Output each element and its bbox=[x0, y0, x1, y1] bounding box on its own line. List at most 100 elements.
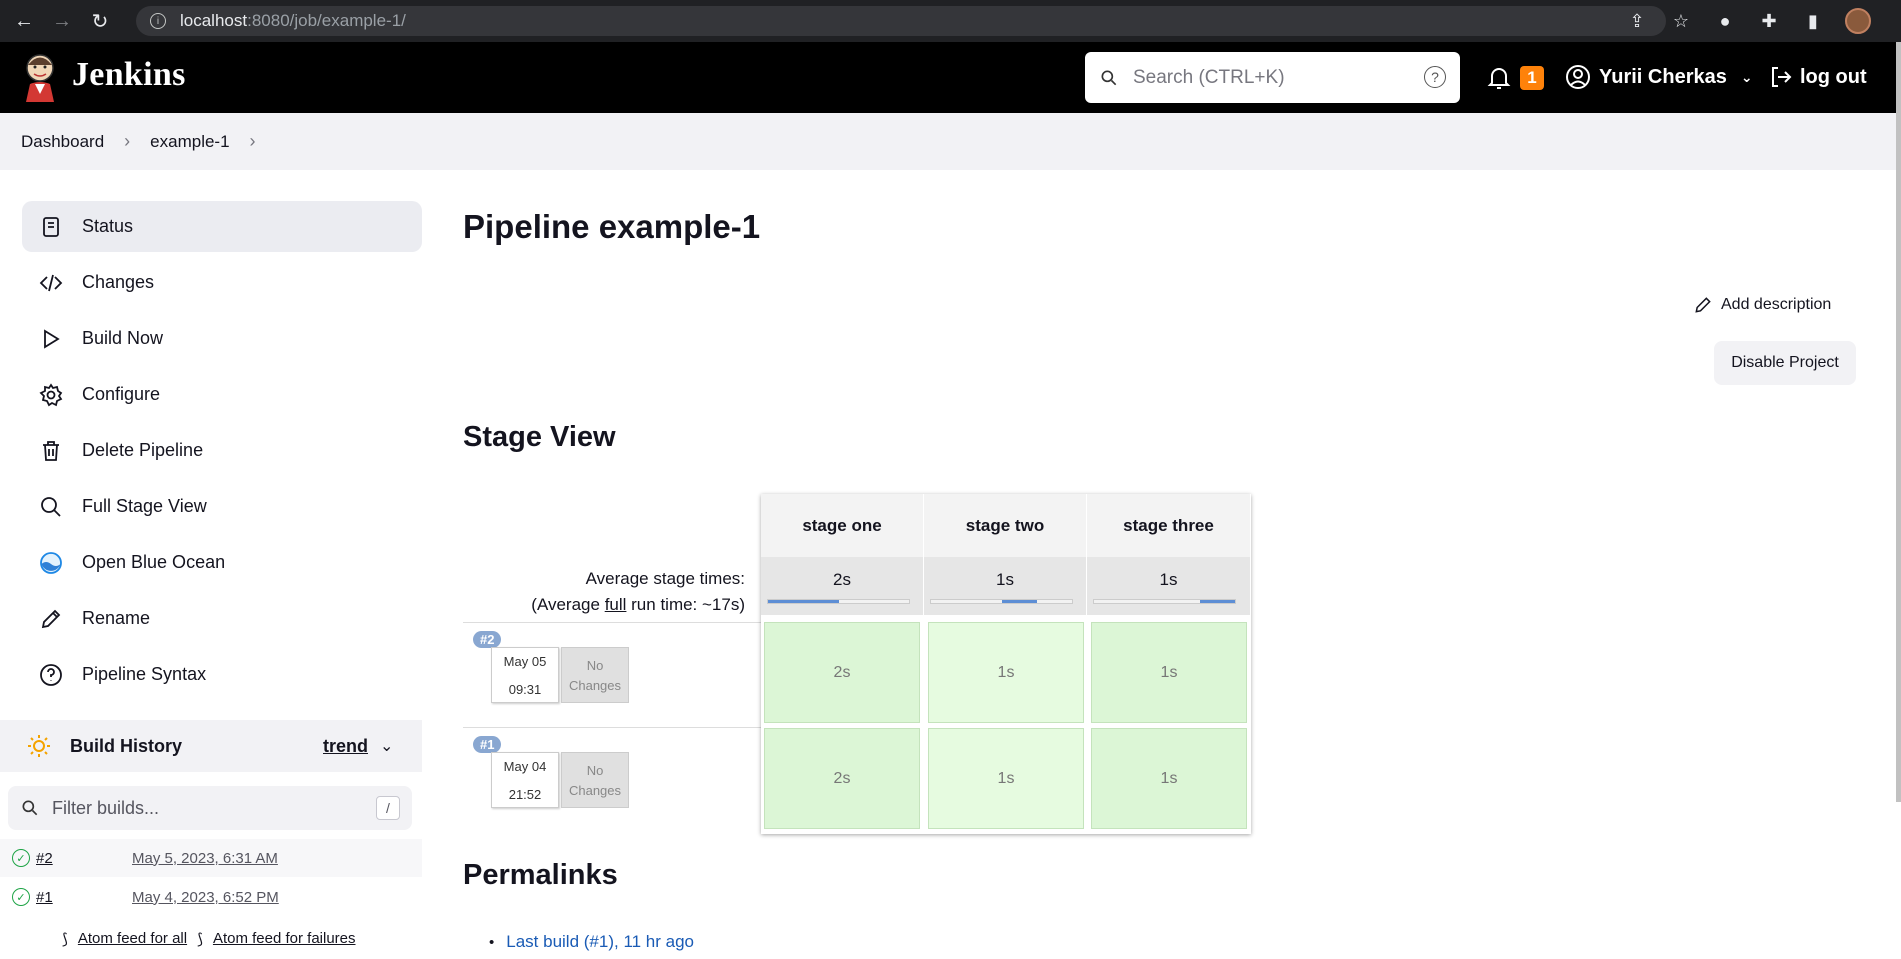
sidebar-item-build-now[interactable]: Build Now bbox=[22, 313, 422, 364]
page-scrollbar[interactable] bbox=[1896, 42, 1901, 959]
trend-link[interactable]: trend bbox=[323, 736, 368, 757]
url-path: :8080/job/example-1/ bbox=[247, 11, 406, 30]
document-icon bbox=[38, 214, 64, 240]
no-changes-box: No Changes bbox=[561, 752, 629, 808]
search-help-icon[interactable]: ? bbox=[1424, 66, 1446, 88]
atom-feed-all-link[interactable]: Atom feed for all bbox=[78, 930, 187, 948]
run-date: May 04 bbox=[503, 759, 547, 774]
share-icon[interactable]: ⇪ bbox=[1625, 9, 1649, 33]
sidebar-item-label: Build Now bbox=[82, 328, 164, 348]
run-badge[interactable]: #1 bbox=[473, 736, 502, 753]
puzzle-icon[interactable]: ✚ bbox=[1757, 9, 1781, 33]
sidebar-item-label: Full Stage View bbox=[82, 496, 207, 516]
rss-icon: ⟆ bbox=[197, 931, 203, 948]
permalink-last-build[interactable]: Last build (#1), 11 hr ago bbox=[493, 932, 694, 952]
search-input[interactable] bbox=[1133, 66, 1403, 89]
sidebar: Status Changes Build Now Configure Delet… bbox=[22, 201, 422, 705]
filter-shortcut-hint: / bbox=[376, 796, 400, 820]
sidebar-item-configure[interactable]: Configure bbox=[22, 369, 422, 420]
sidebar-item-rename[interactable]: Rename bbox=[22, 593, 422, 644]
avg-label-suffix: run time: ~17s) bbox=[626, 595, 745, 614]
build-row[interactable]: ✓ #1 May 4, 2023, 6:52 PM bbox=[0, 878, 422, 916]
url-host: localhost bbox=[180, 11, 248, 30]
stage-cell[interactable]: 1s bbox=[928, 622, 1084, 723]
success-check-icon: ✓ bbox=[12, 888, 30, 906]
app-title[interactable]: Jenkins bbox=[72, 56, 186, 94]
logout-button[interactable]: log out bbox=[1768, 64, 1867, 90]
no-changes-box: No Changes bbox=[561, 647, 629, 703]
rss-icon: ⟆ bbox=[62, 931, 68, 948]
sidebar-item-label: Delete Pipeline bbox=[82, 440, 204, 460]
run-row[interactable]: #1 May 04 21:52 No Changes bbox=[463, 727, 761, 832]
stage-cell[interactable]: 1s bbox=[1091, 622, 1247, 723]
sidebar-item-label: Configure bbox=[82, 384, 161, 404]
avg-label-prefix: (Average bbox=[531, 595, 605, 614]
run-row[interactable]: #2 May 05 09:31 No Changes bbox=[463, 622, 761, 727]
stage-average-fill bbox=[768, 600, 839, 603]
average-stage-times-label: Average stage times: (Average full run t… bbox=[531, 566, 745, 618]
sidebar-item-full-stage-view[interactable]: Full Stage View bbox=[22, 481, 422, 532]
search-box[interactable]: ? bbox=[1085, 52, 1460, 103]
run-time: 09:31 bbox=[508, 682, 542, 697]
stage-cell[interactable]: 1s bbox=[1091, 728, 1247, 829]
trash-icon bbox=[38, 438, 64, 464]
forward-icon[interactable]: → bbox=[48, 7, 76, 35]
filter-builds-input[interactable] bbox=[52, 797, 372, 819]
build-number-link[interactable]: #1 bbox=[36, 889, 53, 906]
sidebar-item-pipeline-syntax[interactable]: Pipeline Syntax bbox=[22, 649, 422, 700]
bookmark-star-icon[interactable]: ☆ bbox=[1669, 9, 1693, 33]
build-history-header: Build History trend ⌄ bbox=[0, 720, 422, 772]
atom-feed-failures-link[interactable]: Atom feed for failures bbox=[213, 930, 356, 948]
jenkins-logo-icon[interactable] bbox=[20, 52, 60, 102]
chevron-down-icon[interactable]: ⌄ bbox=[380, 736, 393, 756]
stage-average-time: 1s bbox=[996, 570, 1014, 589]
build-date-link[interactable]: May 4, 2023, 6:52 PM bbox=[132, 889, 279, 906]
add-description-button[interactable]: Add description bbox=[1693, 295, 1831, 315]
extension-badge-icon[interactable]: ● bbox=[1713, 9, 1737, 33]
run-badge[interactable]: #2 bbox=[473, 631, 502, 648]
jenkins-header: Jenkins ? 1 Yurii Cherkas ⌄ log out bbox=[0, 42, 1896, 113]
stage-table: stage one stage two stage three 2s 1s 1s… bbox=[761, 494, 1251, 834]
stage-average: 1s bbox=[1087, 557, 1251, 615]
avg-label-line1: Average stage times: bbox=[585, 569, 745, 588]
build-date-link[interactable]: May 5, 2023, 6:31 AM bbox=[132, 850, 278, 867]
disable-project-button[interactable]: Disable Project bbox=[1714, 341, 1856, 385]
scrollbar-thumb[interactable] bbox=[1896, 42, 1901, 802]
pencil-icon bbox=[1695, 297, 1711, 313]
sidepanel-icon[interactable]: ▮ bbox=[1801, 9, 1825, 33]
sidebar-item-status[interactable]: Status bbox=[22, 201, 422, 252]
search-icon bbox=[1101, 70, 1117, 85]
build-number-link[interactable]: #2 bbox=[36, 850, 53, 867]
page-title: Pipeline example-1 bbox=[463, 208, 761, 245]
stage-cell[interactable]: 2s bbox=[764, 728, 920, 829]
site-info-icon[interactable]: i bbox=[150, 13, 166, 29]
build-history-title: Build History bbox=[70, 735, 183, 756]
back-icon[interactable]: ← bbox=[10, 7, 38, 35]
sidebar-item-label: Open Blue Ocean bbox=[82, 552, 226, 572]
stage-average-time: 1s bbox=[1159, 570, 1178, 589]
sun-icon bbox=[28, 735, 50, 757]
avg-label-line2: (Average full run time: ~17s) bbox=[531, 592, 745, 618]
chevron-right-icon[interactable]: › bbox=[250, 131, 256, 152]
add-description-label: Add description bbox=[1721, 296, 1832, 313]
profile-avatar[interactable] bbox=[1845, 8, 1871, 34]
user-menu[interactable]: Yurii Cherkas ⌄ bbox=[1565, 64, 1753, 90]
stage-cell[interactable]: 2s bbox=[764, 622, 920, 723]
stage-cell[interactable]: 1s bbox=[928, 728, 1084, 829]
search-icon bbox=[22, 800, 38, 816]
help-icon bbox=[38, 662, 64, 688]
reload-icon[interactable]: ↻ bbox=[86, 7, 114, 35]
sidebar-item-delete-pipeline[interactable]: Delete Pipeline bbox=[22, 425, 422, 476]
sidebar-item-changes[interactable]: Changes bbox=[22, 257, 422, 308]
breadcrumb-example-1[interactable]: example-1 bbox=[150, 132, 229, 152]
full-run-time-link[interactable]: full bbox=[605, 595, 627, 614]
sidebar-item-open-blue-ocean[interactable]: Open Blue Ocean bbox=[22, 537, 422, 588]
filter-builds[interactable]: / bbox=[8, 786, 412, 830]
stage-average-time: 2s bbox=[833, 570, 851, 589]
notification-badge[interactable]: 1 bbox=[1520, 66, 1544, 90]
chevron-right-icon[interactable]: › bbox=[124, 131, 130, 152]
bell-icon[interactable] bbox=[1487, 65, 1511, 91]
build-row[interactable]: ✓ #2 May 5, 2023, 6:31 AM bbox=[0, 839, 422, 877]
address-bar[interactable]: i localhost:8080/job/example-1/ bbox=[136, 6, 1666, 36]
breadcrumb-dashboard[interactable]: Dashboard bbox=[21, 132, 104, 152]
